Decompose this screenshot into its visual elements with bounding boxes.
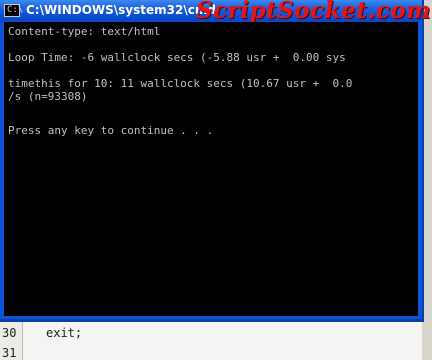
console-line: timethis for 10: 11 wallclock secs (10.6… xyxy=(8,77,353,90)
editor-code-line[interactable]: exit; xyxy=(46,326,82,340)
console-icon-glyph: C:\ xyxy=(7,5,24,15)
console-line: Loop Time: -6 wallclock secs (-5.88 usr … xyxy=(8,51,346,64)
console-prompt-line: Press any key to continue . . . xyxy=(8,124,214,137)
title-bar[interactable]: C:\ C:\WINDOWS\system32\cmd ScriptSocket… xyxy=(0,0,431,24)
console-output[interactable]: Content-type: text/html Loop Time: -6 wa… xyxy=(4,22,418,316)
console-line: /s (n=93308) xyxy=(8,90,88,103)
line-number: 31 xyxy=(2,346,17,360)
screen: 30 31 exit; C:\ C:\WINDOWS\system32\cmd … xyxy=(0,0,432,360)
console-icon[interactable]: C:\ xyxy=(4,4,24,17)
window-title: C:\WINDOWS\system32\cmd xyxy=(26,3,216,17)
line-number: 30 xyxy=(2,326,17,340)
console-line: Content-type: text/html xyxy=(8,25,161,38)
watermark-logo: ScriptSocket.com xyxy=(196,0,432,24)
console-window[interactable]: C:\ C:\WINDOWS\system32\cmd ScriptSocket… xyxy=(0,0,431,322)
